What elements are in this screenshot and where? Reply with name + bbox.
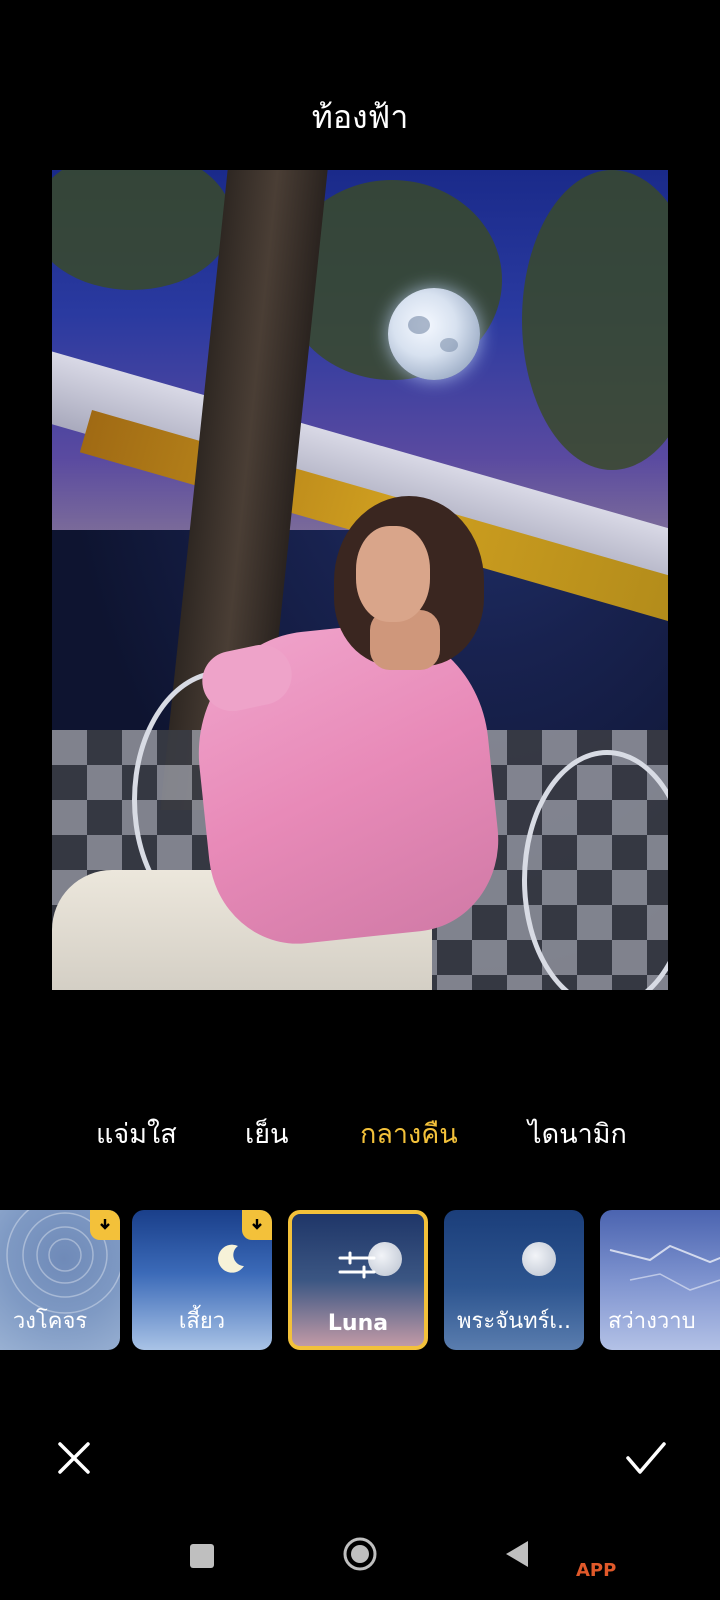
crescent-moon-icon (218, 1244, 244, 1273)
adjust-sliders-icon[interactable] (338, 1250, 376, 1280)
photo-preview (52, 170, 668, 990)
download-icon (242, 1210, 272, 1240)
sky-category-tabs: แจ่มใส เย็น กลางคืน ไดนามิก (0, 1112, 720, 1152)
home-icon (343, 1537, 377, 1571)
check-icon (626, 1442, 666, 1474)
sky-preset-lightning[interactable]: สว่างวาบ (600, 1210, 720, 1350)
sky-preset-label: วงโคจร (12, 1309, 88, 1334)
tab-night[interactable]: กลางคืน (360, 1112, 458, 1155)
sky-preset-moon[interactable]: พระจันทร์เ.. (444, 1210, 584, 1350)
moon-image (388, 288, 480, 380)
tab-clear[interactable]: แจ่มใส (96, 1112, 177, 1155)
recents-button[interactable] (188, 1542, 216, 1570)
recents-icon (190, 1544, 214, 1568)
watermark-logo: APP (576, 1560, 617, 1581)
person-face (356, 526, 430, 622)
back-button[interactable] (502, 1538, 532, 1570)
sky-preset-orbit[interactable]: วงโคจร (0, 1210, 120, 1350)
screen-title: ท้องฟ้า (311, 98, 409, 136)
tab-dynamic[interactable]: ไดนามิก (528, 1112, 627, 1155)
confirm-button[interactable] (622, 1436, 670, 1480)
tab-evening[interactable]: เย็น (245, 1112, 289, 1155)
download-icon (90, 1210, 120, 1240)
sky-preset-label: สว่างวาบ (608, 1309, 696, 1334)
close-icon (58, 1442, 90, 1474)
sky-preset-label: เสี้ยว (178, 1309, 226, 1334)
cancel-button[interactable] (52, 1436, 96, 1480)
home-button[interactable] (340, 1534, 380, 1574)
sky-preset-luna[interactable]: Luna (288, 1210, 428, 1350)
sky-preset-label: พระจันทร์เ.. (457, 1309, 571, 1334)
moon-icon (522, 1242, 556, 1276)
sky-preset-crescent[interactable]: เสี้ยว (132, 1210, 272, 1350)
sky-preset-label: Luna (327, 1311, 389, 1336)
back-icon (506, 1541, 528, 1567)
